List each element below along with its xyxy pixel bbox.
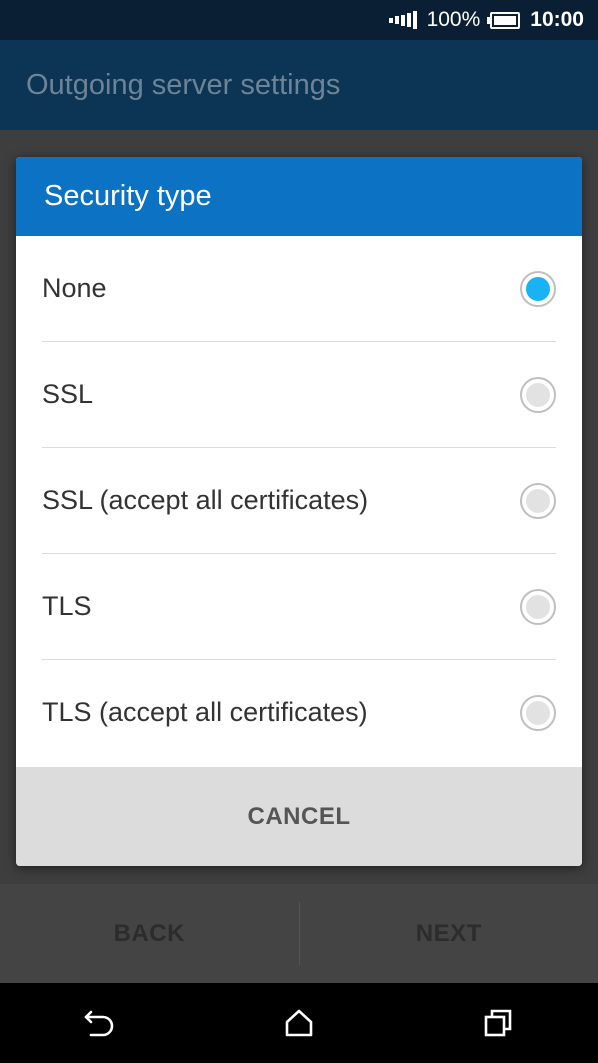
app-bar: Outgoing server settings (0, 40, 598, 130)
dialog-footer: CANCEL (16, 767, 582, 866)
clock: 10:00 (530, 8, 584, 31)
battery-icon (487, 11, 521, 29)
option-ssl-accept-all[interactable]: SSL (accept all certificates) (42, 448, 556, 554)
option-label: SSL (42, 379, 94, 409)
option-tls-accept-all[interactable]: TLS (accept all certificates) (42, 660, 556, 765)
option-label: TLS (42, 591, 92, 621)
back-arrow-icon[interactable] (70, 993, 130, 1053)
status-bar: 100% 10:00 (0, 0, 598, 40)
option-list: None SSL SSL (accept all certificates) T… (16, 236, 582, 765)
option-none[interactable]: None (42, 236, 556, 342)
option-label: None (42, 273, 107, 303)
navigation-bar (0, 983, 598, 1063)
security-type-dialog: Security type None SSL SSL (accept all c… (16, 157, 582, 866)
radio-unselected-icon[interactable] (520, 588, 556, 625)
back-button[interactable]: BACK (0, 884, 299, 983)
radio-unselected-icon[interactable] (520, 482, 556, 519)
option-label: TLS (accept all certificates) (42, 697, 368, 727)
cancel-button[interactable]: CANCEL (218, 793, 381, 841)
option-ssl[interactable]: SSL (42, 342, 556, 448)
radio-selected-icon[interactable] (520, 270, 556, 307)
radio-unselected-icon[interactable] (520, 376, 556, 413)
option-tls[interactable]: TLS (42, 554, 556, 660)
recents-icon[interactable] (468, 993, 528, 1053)
next-button[interactable]: NEXT (300, 884, 598, 983)
page-title: Outgoing server settings (26, 68, 341, 101)
bottom-button-bar: BACK NEXT (0, 884, 598, 983)
battery-percent: 100% (426, 8, 481, 31)
dialog-title: Security type (16, 157, 582, 236)
radio-unselected-icon[interactable] (520, 694, 556, 731)
signal-strength-icon (388, 11, 417, 29)
home-icon[interactable] (269, 993, 329, 1053)
option-label: SSL (accept all certificates) (42, 485, 369, 515)
